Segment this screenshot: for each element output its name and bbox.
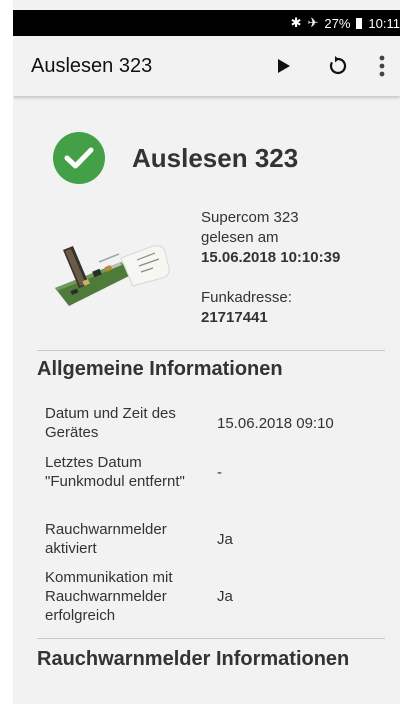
battery-icon <box>356 17 363 29</box>
device-name: Supercom 323 <box>201 209 299 226</box>
refresh-icon <box>329 56 347 75</box>
play-icon <box>278 59 290 73</box>
airplane-icon: ✈ <box>307 15 319 30</box>
screen-bezel <box>0 0 13 704</box>
info-row-value: - <box>217 463 222 481</box>
smoke-section-title: Rauchwarnmelder Informationen <box>37 648 350 670</box>
play-button[interactable] <box>264 46 304 86</box>
read-datetime: 15.06.2018 10:10:39 <box>201 249 341 266</box>
info-row-value: 15.06.2018 09:10 <box>217 414 334 432</box>
divider <box>37 350 385 351</box>
battery-percent: 27% <box>324 15 351 31</box>
info-row-communication-success: Kommunikation mit Rauchwarnmelder erfolg… <box>45 568 233 625</box>
info-row-label: Rauchwarnmelder aktiviert <box>45 521 167 557</box>
radio-address-label: Funkadresse: <box>201 289 292 306</box>
info-row-device-datetime: Datum und Zeit des Gerätes 15.06.2018 09… <box>45 404 334 442</box>
radio-address: 21717441 <box>201 309 268 326</box>
check-circle-icon <box>53 132 105 184</box>
overflow-menu-button[interactable] <box>370 46 394 86</box>
result-header: Auslesen 323 <box>53 132 298 184</box>
info-row-value: Ja <box>217 588 233 605</box>
content: Auslesen 323 Supercom 323 gelesen am 15.… <box>13 96 400 704</box>
info-row-label: Letztes Datum "Funkmodul entfernt" <box>45 454 185 490</box>
info-row-label: Kommunikation mit Rauchwarnmelder erfolg… <box>45 569 173 624</box>
device-image <box>55 245 170 306</box>
device-info: Supercom 323 gelesen am 15.06.2018 10:10… <box>201 208 340 328</box>
bluetooth-icon: ✱ <box>290 15 302 30</box>
read-label: gelesen am <box>201 229 279 246</box>
general-section-title: Allgemeine Informationen <box>37 358 283 380</box>
clock: 10:11 <box>368 15 400 31</box>
info-row-smoke-detector-activated: Rauchwarnmelder aktiviert Ja <box>45 520 233 558</box>
divider <box>37 638 385 639</box>
refresh-button[interactable] <box>318 46 358 86</box>
app-screen: ✱ ✈ 27% 10:11 Auslesen 323 Auslesen 323 … <box>13 0 400 704</box>
info-row-radio-module-removed: Letztes Datum "Funkmodul entfernt" - <box>45 453 222 491</box>
info-row-value: Ja <box>217 530 233 548</box>
app-bar: Auslesen 323 <box>13 36 400 96</box>
app-bar-title: Auslesen 323 <box>31 54 153 77</box>
result-title: Auslesen 323 <box>132 142 299 173</box>
status-bar: ✱ ✈ 27% 10:11 <box>13 10 400 36</box>
info-row-label: Datum und Zeit des Gerätes <box>45 405 176 441</box>
more-vert-icon <box>379 55 385 77</box>
